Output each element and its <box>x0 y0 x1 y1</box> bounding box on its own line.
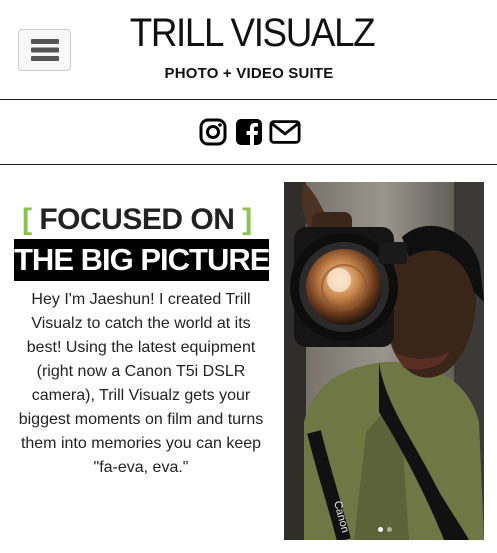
email-link[interactable] <box>268 116 301 148</box>
menu-button[interactable] <box>18 29 71 71</box>
hero-photo-carousel[interactable]: Canon <box>284 182 484 540</box>
site-tagline: PHOTO + VIDEO SUITE <box>164 65 334 82</box>
carousel-dot-2[interactable] <box>387 527 392 532</box>
bracket-open: [ <box>22 203 32 236</box>
instagram-icon <box>199 118 226 146</box>
facebook-link[interactable] <box>233 116 265 148</box>
instagram-link[interactable] <box>197 116 229 148</box>
envelope-icon <box>268 120 301 144</box>
hero-heading-line2: THE BIG PICTURE <box>14 239 270 281</box>
facebook-icon <box>235 119 262 145</box>
bracket-close: ] <box>242 203 252 236</box>
photographer-photo: Canon <box>284 182 484 540</box>
carousel-indicators <box>378 527 392 532</box>
social-bar <box>0 100 497 165</box>
site-logo[interactable]: TRILL VISUALZ <box>123 10 381 56</box>
hamburger-icon <box>30 39 59 61</box>
hero-bio: Hey I'm Jaeshun! I created Trill Visualz… <box>18 291 264 476</box>
heading-focused-on: FOCUSED ON <box>39 203 235 236</box>
site-header: TRILL VISUALZ PHOTO + VIDEO SUITE <box>0 0 497 100</box>
carousel-dot-1[interactable] <box>378 527 383 532</box>
hero-heading-line1: [ FOCUSED ON ] <box>22 203 262 237</box>
